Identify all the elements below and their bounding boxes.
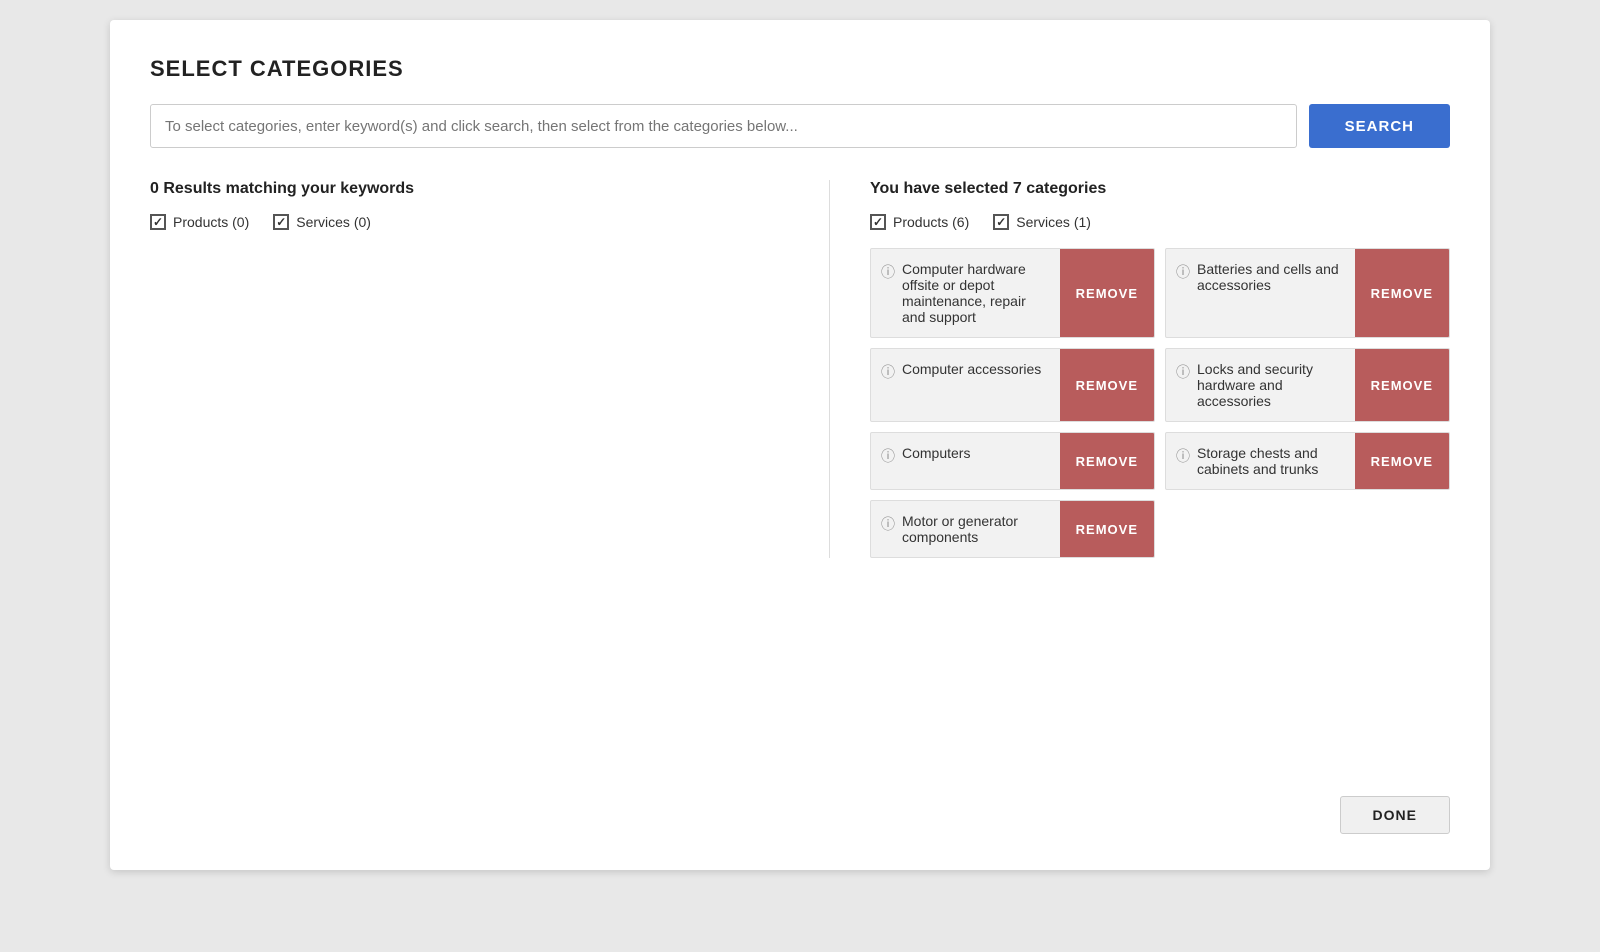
category-label: Computer hardware offsite or depot maint… xyxy=(902,261,1050,325)
search-button[interactable]: SEARCH xyxy=(1309,104,1450,148)
left-products-checkbox[interactable] xyxy=(150,214,166,230)
category-info: ⓘ Storage chests and cabinets and trunks xyxy=(1166,433,1355,489)
category-card: ⓘ Computers REMOVE xyxy=(870,432,1155,490)
category-info: ⓘ Computer accessories xyxy=(871,349,1060,421)
left-filter-row: Products (0) Services (0) xyxy=(150,214,789,230)
right-products-label: Products (6) xyxy=(893,214,969,230)
category-info: ⓘ Computer hardware offsite or depot mai… xyxy=(871,249,1060,337)
remove-button[interactable]: REMOVE xyxy=(1060,433,1154,489)
done-button-row: DONE xyxy=(1340,796,1450,834)
right-filter-services[interactable]: Services (1) xyxy=(993,214,1091,230)
right-filter-products[interactable]: Products (6) xyxy=(870,214,969,230)
left-products-label: Products (0) xyxy=(173,214,249,230)
info-icon: ⓘ xyxy=(881,446,895,466)
done-button[interactable]: DONE xyxy=(1340,796,1450,834)
left-panel-heading: 0 Results matching your keywords xyxy=(150,180,789,198)
right-products-checkbox[interactable] xyxy=(870,214,886,230)
category-label: Storage chests and cabinets and trunks xyxy=(1197,445,1345,477)
search-input[interactable] xyxy=(150,104,1297,148)
left-filter-services[interactable]: Services (0) xyxy=(273,214,371,230)
modal-container: SELECT CATEGORIES SEARCH 0 Results match… xyxy=(110,20,1490,870)
right-services-label: Services (1) xyxy=(1016,214,1091,230)
info-icon: ⓘ xyxy=(1176,362,1190,382)
category-info: ⓘ Motor or generator components xyxy=(871,501,1060,557)
left-filter-products[interactable]: Products (0) xyxy=(150,214,249,230)
category-card: ⓘ Computer accessories REMOVE xyxy=(870,348,1155,422)
left-panel: 0 Results matching your keywords Product… xyxy=(150,180,830,558)
right-panel-heading: You have selected 7 categories xyxy=(870,180,1450,198)
remove-button[interactable]: REMOVE xyxy=(1060,249,1154,337)
category-label: Locks and security hardware and accessor… xyxy=(1197,361,1345,409)
left-services-checkbox[interactable] xyxy=(273,214,289,230)
right-services-checkbox[interactable] xyxy=(993,214,1009,230)
remove-button[interactable]: REMOVE xyxy=(1355,349,1449,421)
category-info: ⓘ Batteries and cells and accessories xyxy=(1166,249,1355,337)
category-card: ⓘ Motor or generator components REMOVE xyxy=(870,500,1155,558)
remove-button[interactable]: REMOVE xyxy=(1355,433,1449,489)
category-label: Motor or generator components xyxy=(902,513,1050,545)
info-icon: ⓘ xyxy=(1176,262,1190,282)
category-card: ⓘ Batteries and cells and accessories RE… xyxy=(1165,248,1450,338)
info-icon: ⓘ xyxy=(881,514,895,534)
category-info: ⓘ Locks and security hardware and access… xyxy=(1166,349,1355,421)
remove-button[interactable]: REMOVE xyxy=(1060,501,1154,557)
remove-button[interactable]: REMOVE xyxy=(1060,349,1154,421)
category-card: ⓘ Computer hardware offsite or depot mai… xyxy=(870,248,1155,338)
search-row: SEARCH xyxy=(150,104,1450,148)
right-panel: You have selected 7 categories Products … xyxy=(830,180,1450,558)
category-card: ⓘ Storage chests and cabinets and trunks… xyxy=(1165,432,1450,490)
info-icon: ⓘ xyxy=(881,362,895,382)
remove-button[interactable]: REMOVE xyxy=(1355,249,1449,337)
info-icon: ⓘ xyxy=(1176,446,1190,466)
right-filter-row: Products (6) Services (1) xyxy=(870,214,1450,230)
category-label: Batteries and cells and accessories xyxy=(1197,261,1345,293)
info-icon: ⓘ xyxy=(881,262,895,282)
category-label: Computers xyxy=(902,445,970,461)
two-col-layout: 0 Results matching your keywords Product… xyxy=(150,180,1450,558)
category-card: ⓘ Locks and security hardware and access… xyxy=(1165,348,1450,422)
page-title: SELECT CATEGORIES xyxy=(150,56,1450,82)
left-services-label: Services (0) xyxy=(296,214,371,230)
category-label: Computer accessories xyxy=(902,361,1041,377)
category-info: ⓘ Computers xyxy=(871,433,1060,489)
category-grid: ⓘ Computer hardware offsite or depot mai… xyxy=(870,248,1450,558)
